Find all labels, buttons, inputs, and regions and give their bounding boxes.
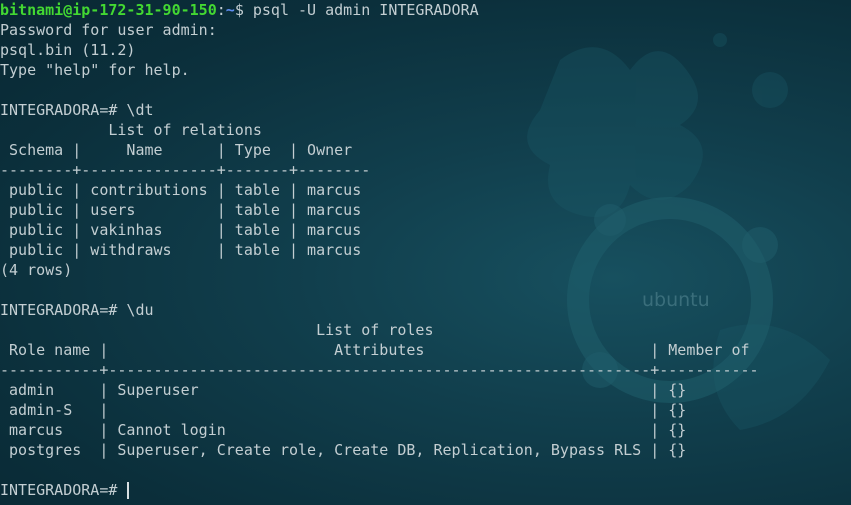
- relations-row: public | users | table | marcus: [0, 201, 362, 219]
- roles-row: admin-S | | {}: [0, 401, 687, 419]
- relations-row-count: (4 rows): [0, 261, 73, 279]
- psql-version-line: psql.bin (11.2): [0, 41, 136, 59]
- prompt-separator: :: [216, 1, 226, 19]
- relations-row: public | contributions | table | marcus: [0, 181, 362, 199]
- roles-row: postgres | Superuser, Create role, Creat…: [0, 441, 687, 459]
- prompt-symbol: $: [234, 1, 253, 19]
- current-prompt-line[interactable]: INTEGRADORA=#: [0, 480, 851, 500]
- roles-header: Role name | Attributes | Member of: [0, 341, 750, 359]
- current-prompt: INTEGRADORA=#: [0, 481, 127, 499]
- prompt-path: ~: [225, 1, 235, 19]
- roles-title: List of roles: [0, 321, 434, 339]
- text-cursor: [127, 482, 130, 499]
- help-hint-line: Type "help" for help.: [0, 61, 190, 79]
- relations-header: Schema | Name | Type | Owner: [0, 141, 353, 159]
- dt-command-line: INTEGRADORA=# \dt: [0, 101, 154, 119]
- password-prompt-line: Password for user admin:: [0, 21, 217, 39]
- relations-divider: --------+---------------+-------+-------…: [0, 161, 371, 179]
- roles-row: admin | Superuser | {}: [0, 381, 687, 399]
- shell-command: psql -U admin INTEGRADORA: [252, 1, 479, 19]
- du-command-line: INTEGRADORA=# \du: [0, 301, 154, 319]
- relations-row: public | withdraws | table | marcus: [0, 241, 362, 259]
- relations-row: public | vakinhas | table | marcus: [0, 221, 362, 239]
- roles-row: marcus | Cannot login | {}: [0, 421, 687, 439]
- terminal-window[interactable]: bitnami@ip-172-31-90-150:~$ psql -U admi…: [0, 0, 851, 505]
- relations-title: List of relations: [0, 121, 262, 139]
- prompt-user-host: bitnami@ip-172-31-90-150: [0, 1, 217, 19]
- roles-divider: -----------+----------------------------…: [0, 361, 759, 379]
- shell-command-line: bitnami@ip-172-31-90-150:~$ psql -U admi…: [0, 0, 851, 20]
